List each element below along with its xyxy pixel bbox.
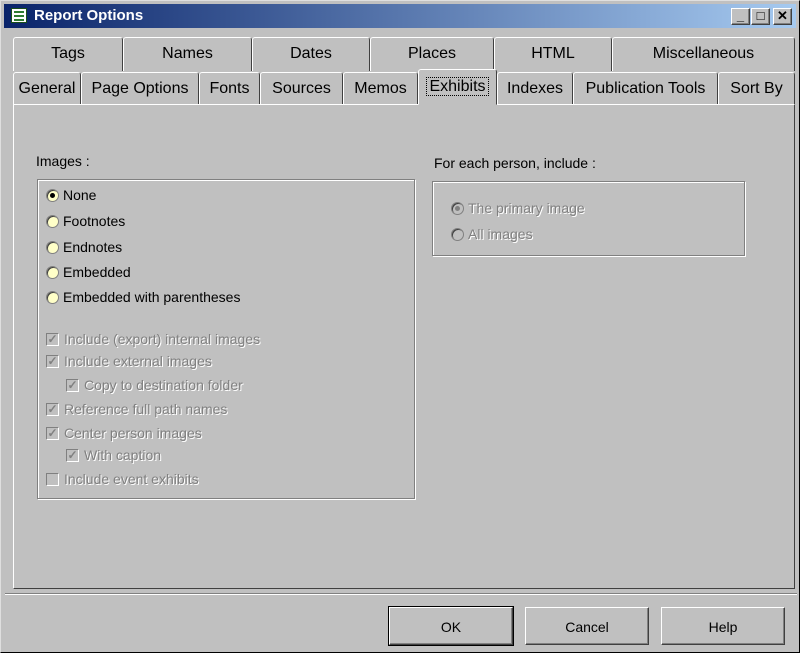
radio-primary-image[interactable] [451,202,464,215]
tab-tags[interactable]: Tags [13,37,123,71]
radio-primary-image-label: The primary image [468,200,585,216]
tab-label: Fonts [209,80,250,97]
checkbox-center-person[interactable]: ✓ [46,427,59,440]
tab-label: HTML [531,45,575,62]
radio-all-images-label: All images [468,226,533,242]
tab-fonts[interactable]: Fonts [199,72,260,104]
tab-label: Exhibits [426,77,489,96]
cancel-button[interactable]: Cancel [525,607,649,645]
tab-label: Sort By [730,80,783,97]
checkbox-center-person-label: Center person images [64,425,202,441]
per-person-groupbox [432,181,745,256]
title-bar[interactable]: Report Options _ □ ✕ [4,4,796,28]
checkbox-include-external[interactable]: ✓ [46,355,59,368]
images-group-label: Images : [36,153,90,169]
checkbox-copy-destination-label: Copy to destination folder [84,377,243,393]
tab-label: Page Options [91,80,189,97]
tab-names[interactable]: Names [123,37,252,71]
radio-embedded-parentheses-label: Embedded with parentheses [63,289,241,305]
checkbox-with-caption[interactable]: ✓ [66,449,79,462]
radio-endnotes-label: Endnotes [63,239,123,255]
checkbox-event-exhibits[interactable] [46,473,59,486]
radio-none-label: None [63,187,97,203]
tab-general[interactable]: General [13,72,81,104]
per-person-group-label: For each person, include : [434,155,596,171]
tab-label: Sources [272,80,331,97]
checkbox-event-exhibits-label: Include event exhibits [64,471,199,487]
report-icon [11,8,27,23]
help-button[interactable]: Help [661,607,785,645]
checkbox-include-internal[interactable]: ✓ [46,333,59,346]
tab-label: Miscellaneous [652,45,755,62]
tab-label: Places [407,45,457,62]
checkbox-include-internal-label: Include (export) internal images [64,331,261,347]
tab-sources[interactable]: Sources [260,72,343,104]
radio-embedded-label: Embedded [63,264,131,280]
tab-memos[interactable]: Memos [343,72,418,104]
tab-label: Indexes [506,80,564,97]
maximize-button[interactable]: □ [751,8,770,25]
checkbox-copy-destination[interactable]: ✓ [66,379,79,392]
tab-sort-by[interactable]: Sort By [718,72,795,104]
ok-button[interactable]: OK [388,606,514,646]
tab-label: Publication Tools [585,80,706,97]
radio-none[interactable] [46,189,59,202]
checkbox-full-path[interactable]: ✓ [46,403,59,416]
checkbox-include-external-label: Include external images [64,353,212,369]
tab-exhibits[interactable]: Exhibits [418,69,497,105]
radio-embedded[interactable] [46,266,59,279]
minimize-button[interactable]: _ [731,8,750,25]
tab-page-options[interactable]: Page Options [81,72,199,104]
radio-embedded-parentheses[interactable] [46,291,59,304]
radio-endnotes[interactable] [46,241,59,254]
tab-html[interactable]: HTML [494,37,612,71]
tab-label: Memos [354,80,407,97]
radio-all-images[interactable] [451,228,464,241]
tab-indexes[interactable]: Indexes [497,72,573,104]
tab-label: Dates [290,45,332,62]
tab-label: General [18,80,76,97]
tab-miscellaneous[interactable]: Miscellaneous [612,37,795,71]
checkbox-full-path-label: Reference full path names [64,401,228,417]
radio-footnotes-label: Footnotes [63,213,126,229]
window-title: Report Options [34,7,144,24]
exhibits-page: Images : None Footnotes Endnotes Embedde… [13,104,795,589]
tab-places[interactable]: Places [370,37,494,71]
checkbox-with-caption-label: With caption [84,447,162,463]
tab-label: Names [162,45,213,62]
report-options-window: Report Options _ □ ✕ Tags Names Dates Pl… [0,0,800,653]
tab-dates[interactable]: Dates [252,37,370,71]
tab-label: Tags [51,45,85,62]
close-button[interactable]: ✕ [773,8,792,25]
tab-publication-tools[interactable]: Publication Tools [573,72,718,104]
radio-footnotes[interactable] [46,215,59,228]
